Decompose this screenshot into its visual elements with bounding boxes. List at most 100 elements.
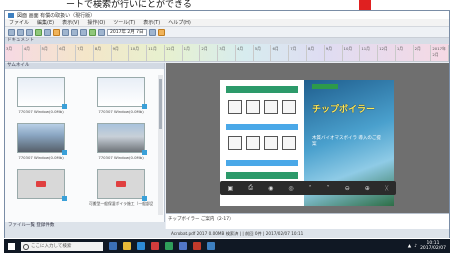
thumbnail-checkbox[interactable] [62,104,67,109]
thumbnail-item[interactable]: 770307 Window(0.0Mb) [9,77,73,119]
menu-edit[interactable]: 編集(E) [37,19,54,26]
timeline-cell[interactable]: 3月 [218,45,236,61]
timeline-cell[interactable]: 8月 [307,45,325,61]
network-icon[interactable]: ▲ [408,244,411,249]
thumbnail-image[interactable] [97,77,145,107]
timeline-cell[interactable]: 4月 [236,45,254,61]
menu-help[interactable]: ヘルプ(H) [168,19,191,26]
folder-button[interactable] [53,28,60,36]
acrobat-taskbar-icon[interactable] [193,242,201,250]
scroll-thumb[interactable] [159,79,162,129]
thumbnail-checkbox[interactable] [62,196,67,201]
memo-field[interactable]: チップボイラー ご案内（2-17） [166,213,449,229]
rotate-icon[interactable]: ◎ [288,185,293,192]
settings-button[interactable] [98,28,105,36]
timeline-cell[interactable]: 6月 [271,45,290,61]
caption-text: ートで検索が行いにとができる [66,0,192,10]
page-up-icon[interactable]: ˄ [309,185,312,192]
thumbnail-image[interactable] [17,123,65,153]
print-button[interactable] [44,28,51,36]
thumbnail-checkbox[interactable] [142,150,147,155]
timeline-cell[interactable]: 1月 [183,45,201,61]
timeline-cell[interactable]: 9月 [112,45,130,61]
prev-button[interactable] [71,28,78,36]
next-button[interactable] [80,28,87,36]
save-icon[interactable]: ▣ [228,185,234,192]
thumbnail-item[interactable]: 770307 Window(0.0Mb) [89,77,153,119]
fit-icon[interactable]: ◉ [268,185,273,192]
timeline-cell[interactable]: 5月 [41,45,59,61]
volume-icon[interactable]: ♪ [414,244,417,249]
zoom-out-icon[interactable]: ⊖ [345,185,350,192]
menu-tools[interactable]: ツール(T) [113,19,135,26]
menu-file[interactable]: ファイル [9,19,29,26]
timeline-cell[interactable]: 8月 [94,45,112,61]
app-icon-green[interactable] [165,242,173,250]
search-button[interactable] [62,28,69,36]
taskview-icon[interactable] [109,242,117,250]
thumbnail-item[interactable] [9,169,73,211]
timeline-cell[interactable]: 10月 [343,45,361,61]
thumbnail-image[interactable] [97,169,145,199]
thumbnail-checkbox[interactable] [142,196,147,201]
timeline-cell[interactable]: 2月 [414,45,432,61]
thumbnail-pane: サムネイル 770307 Window(0.0Mb) 770307 Window(… [5,63,165,229]
thumbnail-scrollbar[interactable] [158,75,163,215]
acrobat-icon[interactable]: ᚷ [385,185,389,192]
timeline-cell[interactable]: 2017年 2月 [431,45,450,61]
timeline-cell[interactable]: 10月 [129,45,148,61]
thumbnail-image[interactable] [97,123,145,153]
timeline-cells: 3月 4月 5月 6月 7月 8月 9月 10月 11月 12月 1月 2月 3月 4月 5月 6月 7月 8月 9… [5,45,450,61]
timeline-cell[interactable]: 2月 [200,45,219,61]
print-icon[interactable]: ⎙ [248,184,253,192]
app-icon-red[interactable] [151,242,159,250]
explorer-icon[interactable] [123,242,131,250]
calendar-button[interactable] [148,28,156,36]
timeline-cell[interactable]: 5月 [254,45,272,61]
filing-app-taskbar-icon[interactable] [207,242,215,250]
status-bar: Acrobat.pdf 2017 0.00MB 検索済 | | 前回 0件 | … [5,229,449,238]
timeline-cell[interactable]: 1月 [396,45,414,61]
brochure-figure [246,100,260,114]
page-down-icon[interactable]: ˅ [327,185,330,192]
menu-display[interactable]: 表示(T) [143,19,160,26]
thumbnail-image[interactable] [17,77,65,107]
menu-operate[interactable]: 操作(O) [87,19,105,26]
brochure-bluebar [226,160,298,166]
timeline-cell[interactable]: 7月 [76,45,94,61]
os-taskbar: ここに入力して検索 ▲ ♪ 10:11 2017/02/07 [4,239,450,253]
pdf-toolbar: ▣ ⎙ ◉ ◎ ˄ ˅ ⊖ ⊕ ᚷ [220,181,396,195]
windows-start-icon[interactable] [8,242,15,250]
thumbnail-checkbox[interactable] [142,104,147,109]
timeline-cell[interactable]: 12月 [378,45,396,61]
thumbnail-label: 可搬型一般保湿ボイラ施工（一般部品等） [89,201,153,206]
timeline-cell[interactable]: 4月 [23,45,41,61]
timeline-cell[interactable]: 6月 [58,45,77,61]
thumbnail-item[interactable]: 770307 Window(0.0Mb) [9,123,73,165]
date-field[interactable]: 2017年 2月 7日 [107,28,147,36]
add-button[interactable] [35,28,42,36]
clock[interactable]: 10:11 2017/02/07 [420,241,446,251]
brochure-figure [228,100,242,114]
brochure-subtitle: 木質バイオマスボイラ 導入のご提案 [312,136,381,147]
menu-view[interactable]: 表示(V) [62,19,79,26]
thumbnail-item[interactable]: 可搬型一般保湿ボイラ施工（一般部品等） [89,169,153,211]
timeline-cell[interactable]: 12月 [165,45,183,61]
refresh-button[interactable] [89,28,96,36]
timeline-cell[interactable]: 11月 [147,45,165,61]
thumbnail-checkbox[interactable] [62,150,67,155]
save-button[interactable] [26,28,33,36]
taskbar-search-input[interactable]: ここに入力して検索 [21,241,103,251]
new-button[interactable] [8,28,15,36]
thumbnail-item[interactable]: 770307 Window(0.0Mb) [89,123,153,165]
timeline-cell[interactable]: 11月 [360,45,379,61]
thumbnail-image[interactable] [17,169,65,199]
timeline-cell[interactable]: 7月 [289,45,308,61]
timeline-cell[interactable]: 3月 [5,45,23,61]
edge-icon[interactable] [137,242,145,250]
zoom-in-icon[interactable]: ⊕ [365,185,370,192]
timeline-cell[interactable]: 9月 [325,45,343,61]
open-button[interactable] [17,28,24,36]
app-icon-blue[interactable] [179,242,187,250]
view-button[interactable] [157,28,165,36]
